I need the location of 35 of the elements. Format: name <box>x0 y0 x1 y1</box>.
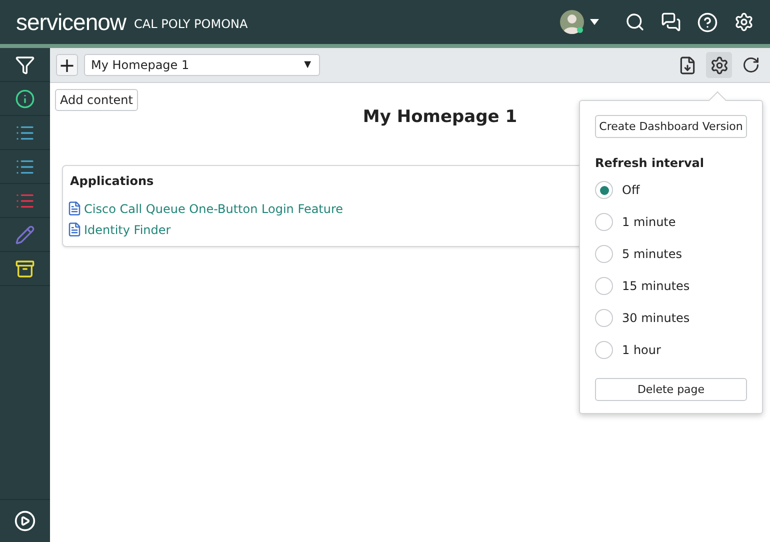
section-title: Refresh interval <box>595 156 706 170</box>
chat-icon[interactable] <box>661 12 681 32</box>
application-link[interactable]: Identity Finder <box>84 222 171 236</box>
radio-button[interactable] <box>595 341 613 359</box>
avatar[interactable] <box>560 10 584 34</box>
radio-button[interactable] <box>595 309 613 327</box>
homepage-select[interactable]: My Homepage 1 ▼ <box>84 54 320 76</box>
radio-button[interactable] <box>595 277 613 295</box>
option-label[interactable]: 30 minutes <box>622 311 690 325</box>
help-icon[interactable] <box>697 12 718 32</box>
create-dashboard-button[interactable]: Create Dashboard Version <box>595 115 747 138</box>
document-icon <box>67 222 82 237</box>
radio-button[interactable] <box>595 181 613 199</box>
option-label[interactable]: 5 minutes <box>622 247 682 261</box>
delete-page-button[interactable]: Delete page <box>595 378 747 401</box>
option-label[interactable]: Off <box>622 183 640 197</box>
settings-icon[interactable] <box>710 56 728 74</box>
search-icon[interactable] <box>625 12 645 32</box>
option-label[interactable]: 15 minutes <box>622 279 690 293</box>
add-button[interactable]: + <box>56 54 78 76</box>
add-content-button[interactable]: Add content <box>55 89 138 111</box>
play-icon[interactable] <box>14 510 36 532</box>
download-icon[interactable] <box>678 56 696 74</box>
logo[interactable]: servicenow <box>16 8 126 36</box>
radio-button[interactable] <box>595 213 613 231</box>
page-title: My Homepage 1 <box>362 107 518 127</box>
organization-name: CAL POLY POMONA <box>134 17 248 31</box>
application-link[interactable]: Cisco Call Queue One-Button Login Feature <box>84 202 344 216</box>
card-title: Applications <box>70 174 154 188</box>
caret-icon[interactable] <box>590 19 599 25</box>
radio-button[interactable] <box>595 245 613 263</box>
option-label[interactable]: 1 hour <box>622 343 661 357</box>
option-label[interactable]: 1 minute <box>622 215 676 229</box>
document-icon <box>67 201 82 216</box>
refresh-icon[interactable] <box>742 56 760 74</box>
